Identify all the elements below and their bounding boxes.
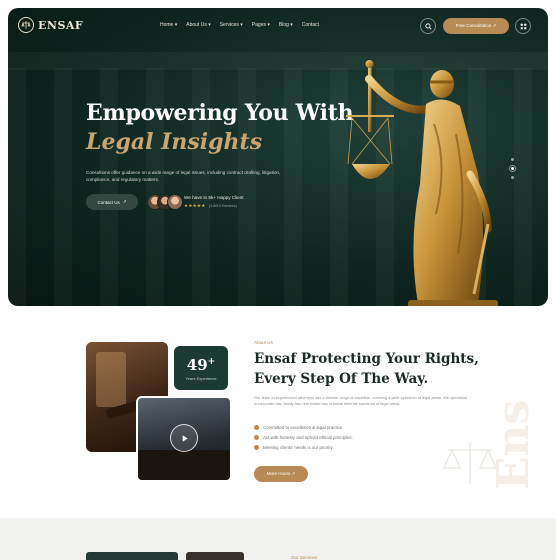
service-card-image bbox=[186, 552, 244, 560]
nav-item-contact[interactable]: Contact bbox=[302, 22, 319, 28]
about-description: Our team of experienced attorneys has a … bbox=[254, 395, 468, 406]
list-item: Meeting clients' needs is our priority. bbox=[254, 445, 353, 450]
rating-stars: ★★★★★ bbox=[184, 203, 206, 208]
search-button[interactable] bbox=[420, 18, 436, 34]
grid-icon bbox=[520, 23, 526, 29]
about-tag: About Us bbox=[254, 340, 273, 345]
hero-title-line2: Legal Insights bbox=[86, 129, 263, 155]
about-title-line1: Ensaf Protecting Your Rights, bbox=[254, 351, 479, 367]
slider-dot[interactable] bbox=[511, 158, 514, 161]
bullet-icon bbox=[254, 425, 259, 430]
lady-justice-statue-image bbox=[346, 60, 498, 306]
list-item: Committed to excellence & legal practice… bbox=[254, 425, 353, 430]
scales-logo-icon bbox=[18, 17, 34, 33]
happy-clients-text: We have to 5k+ Happy Client bbox=[184, 195, 244, 200]
about-title-line2: Every Step Of The Way. bbox=[254, 371, 429, 387]
bullet-text: Committed to excellence & legal practice… bbox=[263, 425, 344, 430]
about-bullet-list: Committed to excellence & legal practice… bbox=[254, 425, 353, 450]
nav-item-services[interactable]: Services ▾ bbox=[220, 22, 243, 28]
nav-item-home[interactable]: Home ▾ bbox=[160, 22, 177, 28]
arrow-icon: ↗ bbox=[122, 199, 127, 204]
contact-us-label: Contact Us bbox=[97, 199, 120, 205]
play-button[interactable] bbox=[170, 424, 198, 452]
slider-dot[interactable] bbox=[511, 176, 514, 179]
services-tag: Our Services bbox=[291, 555, 318, 560]
free-consultation-button[interactable]: Free Consultation ↗ bbox=[443, 18, 509, 34]
experience-number: 49+ bbox=[186, 355, 216, 374]
play-icon bbox=[182, 434, 188, 442]
avatar bbox=[167, 194, 183, 210]
services-section: Our Services bbox=[0, 518, 556, 560]
nav-item-pages[interactable]: Pages ▾ bbox=[252, 22, 270, 28]
more-hours-button[interactable]: More Hours ↗ bbox=[254, 466, 308, 482]
slider-dot[interactable] bbox=[509, 165, 516, 172]
hero-description: Consultions offer guidance on a wide ran… bbox=[86, 170, 281, 182]
experience-label: Years Experience bbox=[185, 375, 217, 381]
logo-text: ENSAF bbox=[38, 18, 84, 32]
nav-item-about[interactable]: About Us ▾ bbox=[186, 22, 210, 28]
slider-pagination bbox=[509, 158, 516, 179]
logo[interactable]: ENSAF bbox=[18, 17, 83, 33]
about-section: 49+ Years Experience About Us Ensaf Prot… bbox=[0, 320, 556, 510]
nav-item-blog[interactable]: Blog ▾ bbox=[279, 22, 293, 28]
scales-decoration-icon bbox=[443, 442, 497, 484]
contact-us-button[interactable]: Contact Us ↗ bbox=[86, 194, 138, 210]
bullet-icon bbox=[254, 435, 259, 440]
service-card-image bbox=[86, 552, 178, 560]
meeting-video-thumbnail[interactable] bbox=[136, 396, 232, 482]
hero-section: ENSAF Home ▾ About Us ▾ Services ▾ Pages… bbox=[8, 8, 548, 306]
reviews-count: (4.8/5.0 Reviews) bbox=[209, 204, 237, 208]
navbar: ENSAF Home ▾ About Us ▾ Services ▾ Pages… bbox=[8, 8, 548, 44]
meeting-desk bbox=[138, 450, 230, 480]
bullet-text: Act with honesty and uphold ethical prin… bbox=[263, 435, 353, 440]
bullet-icon bbox=[254, 445, 259, 450]
search-icon bbox=[424, 22, 432, 30]
client-avatars bbox=[147, 194, 183, 210]
courtroom-light bbox=[96, 352, 126, 407]
menu-button[interactable] bbox=[515, 18, 531, 34]
experience-stat: 49+ Years Experience bbox=[174, 346, 228, 390]
hero-title-line1: Empowering You With bbox=[86, 100, 354, 126]
bullet-text: Meeting clients' needs is our priority. bbox=[263, 445, 334, 450]
main-menu: Home ▾ About Us ▾ Services ▾ Pages ▾ Blo… bbox=[160, 22, 319, 28]
list-item: Act with honesty and uphold ethical prin… bbox=[254, 435, 353, 440]
